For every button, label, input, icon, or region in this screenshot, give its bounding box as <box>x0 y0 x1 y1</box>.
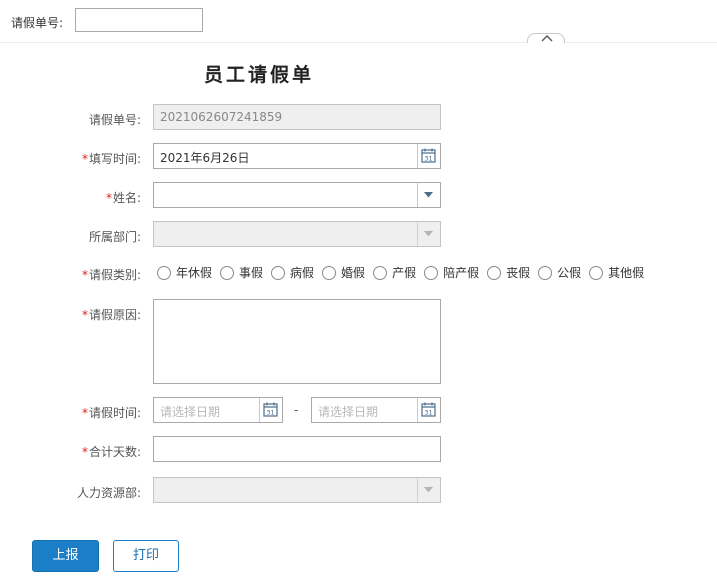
collapse-toggle[interactable] <box>527 33 565 43</box>
leave-end-date-field[interactable]: 请选择日期 31 <box>311 397 441 423</box>
department-label: 所属部门: <box>88 230 141 244</box>
calendar-icon: 31 <box>421 402 436 417</box>
reason-label: *请假原因: <box>81 308 141 322</box>
fill-time-calendar-button[interactable]: 31 <box>417 144 440 168</box>
svg-text:31: 31 <box>266 409 274 417</box>
reason-textarea[interactable] <box>153 299 441 384</box>
leave-end-date-placeholder: 请选择日期 <box>318 405 379 419</box>
total-days-label: *合计天数: <box>81 445 141 459</box>
name-dropdown-button[interactable] <box>417 183 440 207</box>
radio-paternity-leave[interactable]: 陪产假 <box>424 264 479 281</box>
radio-marriage-leave[interactable]: 婚假 <box>322 264 365 281</box>
leave-start-date-placeholder: 请选择日期 <box>160 405 221 419</box>
leave-start-date-field[interactable]: 请选择日期 31 <box>153 397 283 423</box>
department-dropdown-button <box>417 222 440 246</box>
radio-circle[interactable] <box>322 265 337 280</box>
svg-text:31: 31 <box>424 409 432 417</box>
search-label: 请假单号: <box>11 16 64 30</box>
leave-no-field: 2021062607241859 <box>153 104 441 130</box>
radio-circle[interactable] <box>424 265 439 280</box>
calendar-icon: 31 <box>263 402 278 417</box>
chevron-down-icon <box>424 231 433 237</box>
leave-no-value: 2021062607241859 <box>160 110 283 124</box>
chevron-down-icon <box>424 487 433 493</box>
leave-no-label: 请假单号: <box>88 113 141 127</box>
radio-official-leave[interactable]: 公假 <box>538 264 581 281</box>
leave-type-label: *请假类别: <box>81 268 141 282</box>
radio-maternity-leave[interactable]: 产假 <box>373 264 416 281</box>
name-label: *姓名: <box>105 191 141 205</box>
radio-sick-leave[interactable]: 病假 <box>271 264 314 281</box>
submit-button[interactable]: 上报 <box>32 540 99 572</box>
radio-circle[interactable] <box>220 265 235 280</box>
radio-personal-leave[interactable]: 事假 <box>220 264 263 281</box>
radio-circle[interactable] <box>487 265 502 280</box>
print-button[interactable]: 打印 <box>113 540 179 572</box>
svg-text:31: 31 <box>424 155 432 163</box>
radio-circle[interactable] <box>271 265 286 280</box>
department-select <box>153 221 441 247</box>
chevron-up-icon <box>541 35 553 42</box>
search-leave-no-input[interactable] <box>75 8 203 32</box>
hr-dropdown-button <box>417 478 440 502</box>
radio-other-leave[interactable]: 其他假 <box>589 264 644 281</box>
radio-circle[interactable] <box>538 265 553 280</box>
hr-select <box>153 477 441 503</box>
total-days-input[interactable] <box>153 436 441 462</box>
page-title: 员工请假单 <box>204 64 315 86</box>
date-range-separator: - <box>294 403 299 417</box>
search-bar: 请假单号: <box>0 0 717 43</box>
radio-circle[interactable] <box>589 265 604 280</box>
radio-bereavement-leave[interactable]: 丧假 <box>487 264 530 281</box>
name-select[interactable] <box>153 182 441 208</box>
fill-time-field[interactable]: 2021年6月26日 31 <box>153 143 441 169</box>
calendar-icon: 31 <box>421 148 436 163</box>
hr-label: 人力资源部: <box>76 486 141 500</box>
fill-time-value: 2021年6月26日 <box>160 151 250 165</box>
leave-time-label: *请假时间: <box>81 406 141 420</box>
radio-circle[interactable] <box>373 265 388 280</box>
leave-type-radio-group: 年休假 事假 病假 婚假 产假 陪产假 丧假 公假 其他假 <box>157 264 652 281</box>
radio-annual-leave[interactable]: 年休假 <box>157 264 212 281</box>
radio-circle[interactable] <box>157 265 171 280</box>
fill-time-label: *填写时间: <box>81 152 141 166</box>
leave-end-calendar-button[interactable]: 31 <box>417 398 440 422</box>
chevron-down-icon <box>424 192 433 198</box>
leave-start-calendar-button[interactable]: 31 <box>259 398 282 422</box>
